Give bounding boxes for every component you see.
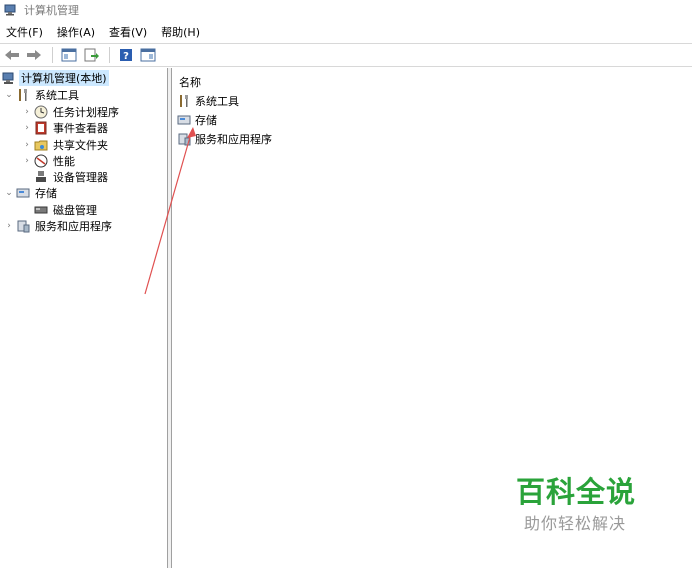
menu-bar: 文件(F) 操作(A) 查看(V) 帮助(H) (0, 22, 692, 42)
list-item-label: 服务和应用程序 (195, 133, 272, 146)
tree-item-services-apps[interactable]: › 服务和应用程序 (4, 218, 114, 234)
tree-label: 磁盘管理 (53, 204, 97, 217)
title-bar: 计算机管理 (0, 0, 692, 20)
tree-label: 设备管理器 (53, 171, 108, 184)
list-item-label: 系统工具 (195, 95, 239, 108)
tree-item-device-manager[interactable]: 设备管理器 (34, 169, 110, 185)
tree-label: 系统工具 (35, 89, 79, 102)
chevron-right-icon[interactable]: › (22, 156, 32, 166)
tools-icon (19, 89, 27, 101)
menu-view[interactable]: 查看(V) (107, 24, 153, 40)
tree-item-shared-folders[interactable]: › 共享文件夹 (22, 137, 110, 153)
tree-label: 存储 (35, 187, 57, 200)
storage-icon (16, 188, 30, 198)
chevron-right-icon[interactable]: › (22, 107, 32, 117)
list-item-label: 存储 (195, 114, 217, 127)
chevron-right-icon[interactable]: › (22, 140, 32, 150)
pane-splitter[interactable] (168, 68, 172, 568)
tree-label: 任务计划程序 (53, 106, 119, 119)
chevron-right-icon[interactable]: › (22, 123, 32, 133)
tree-item-performance[interactable]: › 性能 (22, 153, 77, 169)
tree-label: 性能 (53, 155, 75, 168)
storage-icon (177, 115, 191, 125)
tree-item-root[interactable]: 计算机管理(本地) (2, 70, 109, 86)
device-manager-icon (36, 171, 46, 182)
properties-icon (140, 48, 156, 62)
export-list-button[interactable] (81, 46, 101, 64)
event-viewer-icon (35, 121, 47, 135)
console-tree: 计算机管理(本地) ⌄ 系统工具 › 任务计划程序 › 事件查看器 › 共享文件… (0, 68, 168, 568)
tree-item-task-scheduler[interactable]: › 任务计划程序 (22, 104, 121, 120)
performance-icon (34, 154, 48, 168)
show-hide-tree-button[interactable] (59, 46, 79, 64)
column-header-name[interactable]: 名称 (179, 74, 201, 90)
tree-label: 共享文件夹 (53, 139, 108, 152)
services-icon (178, 133, 191, 146)
back-arrow-icon (5, 50, 19, 60)
help-icon: ? (120, 49, 132, 62)
svg-text:?: ? (123, 51, 129, 62)
disk-icon (34, 206, 48, 214)
list-item[interactable]: 服务和应用程序 (177, 131, 273, 147)
watermark: 百科全说 助你轻松解决 (516, 474, 646, 534)
watermark-subtitle: 助你轻松解决 (524, 514, 627, 533)
shared-folder-icon (34, 140, 48, 151)
help-button[interactable]: ? (116, 46, 136, 64)
back-button[interactable] (2, 46, 22, 64)
toolbar: ? (0, 43, 692, 67)
chevron-down-icon[interactable]: ⌄ (4, 90, 14, 100)
tree-label: 服务和应用程序 (35, 220, 112, 233)
forward-button[interactable] (24, 46, 44, 64)
computer-management-icon (4, 4, 16, 16)
computer-management-icon (2, 72, 14, 84)
tree-item-storage[interactable]: ⌄ 存储 (4, 185, 59, 201)
menu-help[interactable]: 帮助(H) (159, 24, 206, 40)
toolbar-separator (109, 47, 110, 63)
watermark-title: 百科全说 (516, 475, 637, 509)
list-item[interactable]: 存储 (177, 112, 218, 128)
tree-item-disk-management[interactable]: 磁盘管理 (34, 202, 99, 218)
tools-icon (180, 95, 188, 107)
window-title: 计算机管理 (24, 4, 79, 17)
properties-button[interactable] (138, 46, 158, 64)
tree-item-system-tools[interactable]: ⌄ 系统工具 (4, 87, 81, 103)
services-icon (17, 220, 30, 233)
tree-item-event-viewer[interactable]: › 事件查看器 (22, 120, 110, 136)
toolbar-separator (52, 47, 53, 63)
forward-arrow-icon (27, 50, 41, 60)
tree-label: 计算机管理(本地) (19, 70, 109, 86)
clock-icon (34, 105, 48, 119)
tree-label: 事件查看器 (53, 122, 108, 135)
show-hide-tree-icon (61, 48, 77, 62)
chevron-down-icon[interactable]: ⌄ (4, 188, 14, 198)
menu-action[interactable]: 操作(A) (55, 24, 101, 40)
menu-file[interactable]: 文件(F) (4, 24, 49, 40)
chevron-right-icon[interactable]: › (4, 221, 14, 231)
list-item[interactable]: 系统工具 (177, 93, 240, 109)
export-list-icon (84, 48, 99, 62)
